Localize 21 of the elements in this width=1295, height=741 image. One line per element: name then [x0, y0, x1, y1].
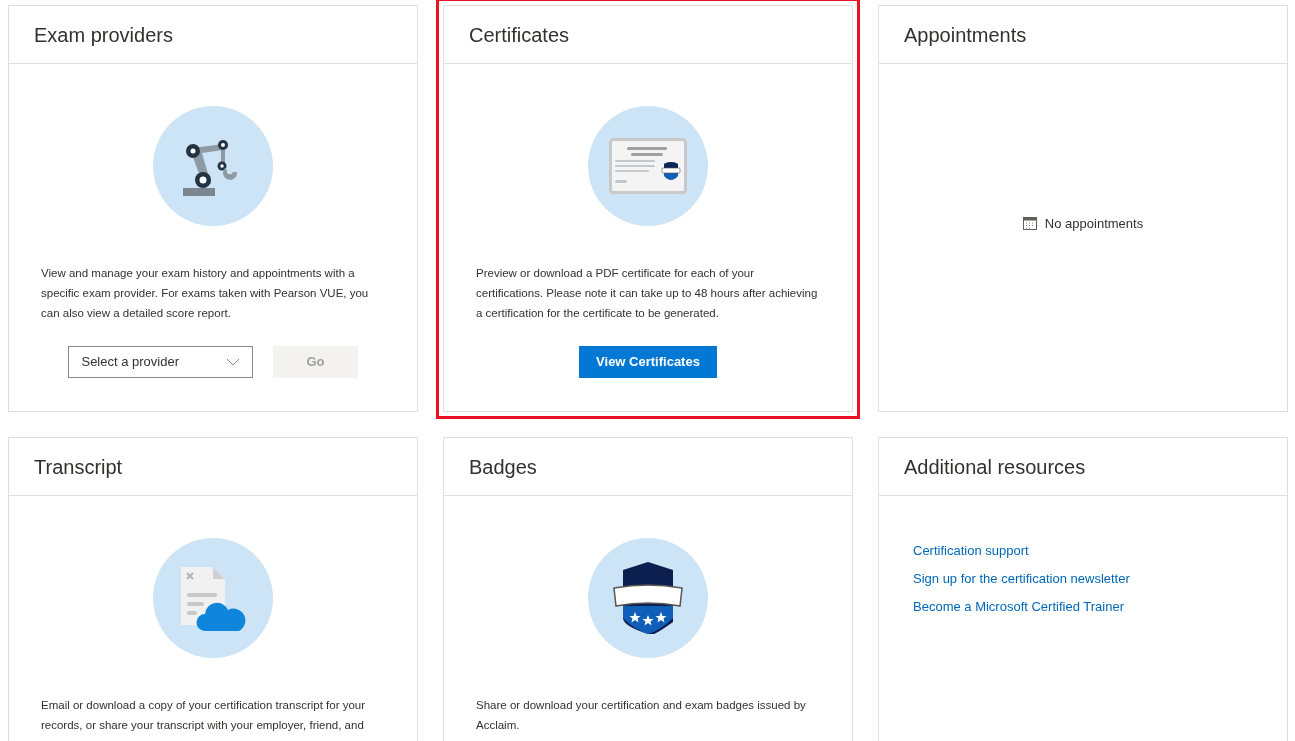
card-title: Additional resources — [904, 454, 1086, 480]
view-certificates-button[interactable]: View Certificates — [579, 346, 717, 378]
badge-shield-icon — [613, 562, 683, 634]
resource-link[interactable]: Become a Microsoft Certified Trainer — [913, 597, 1124, 617]
card-title: Appointments — [904, 22, 1027, 48]
card-title: Transcript — [34, 454, 123, 480]
card-title: Certificates — [469, 22, 570, 48]
resource-link[interactable]: Sign up for the certification newsletter — [913, 569, 1130, 589]
card-description: Share or download your certification and exam badges issued by Acclaim. — [475, 698, 807, 733]
card-description: View and manage your exam history and appointments with a specific exam provider. For exams taken with Pearson VUE, you can also view a detailed score report. — [40, 266, 370, 321]
chevron-down-icon — [226, 358, 241, 366]
card-title: Badges — [469, 454, 537, 480]
resource-link[interactable]: Certification support — [913, 541, 1029, 561]
empty-message: No appointments — [1044, 215, 1144, 233]
card-description: Preview or download a PDF certificate for each of your certifications. Please note it can take up to 48 hours after achieving a certification for the certificate to be generated. — [475, 266, 819, 321]
provider-select[interactable]: Select a provider — [68, 346, 254, 378]
card-title: Exam providers — [34, 22, 173, 48]
calendar-icon — [1022, 217, 1037, 231]
card-description: Email or download a copy of your certification transcript for your records, or share your transcript with your employer, friend, and — [40, 698, 367, 733]
certificate-icon — [609, 138, 687, 194]
document-cloud-icon — [179, 565, 247, 631]
